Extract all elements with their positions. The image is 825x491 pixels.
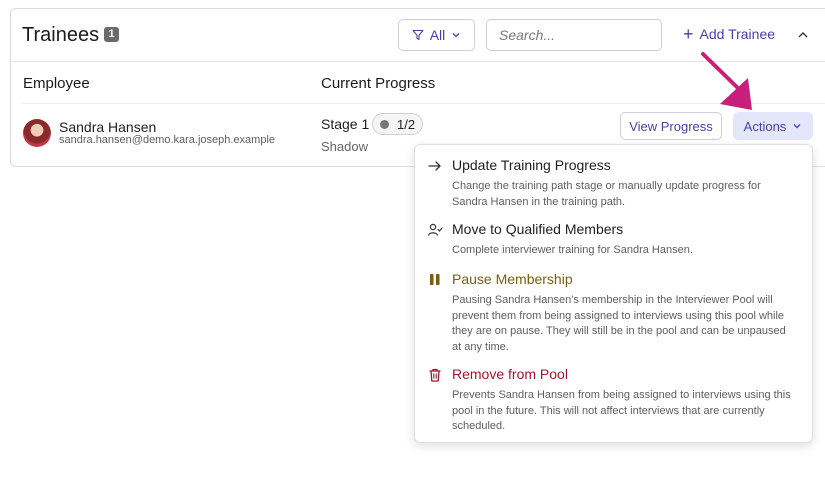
filter-icon — [412, 29, 424, 41]
filter-label: All — [429, 27, 446, 43]
chevron-up-icon[interactable] — [796, 28, 810, 42]
column-header-employee: Employee — [23, 75, 90, 92]
view-progress-button[interactable]: View Progress — [620, 112, 722, 140]
progress-dot-icon — [380, 119, 389, 129]
user-check-icon — [427, 223, 443, 236]
trash-icon — [429, 368, 441, 382]
menu-item-description: Pausing Sandra Hansen's membership in th… — [452, 294, 786, 353]
column-header-progress: Current Progress — [321, 75, 436, 92]
menu-item-description: Complete interviewer training for Sandra… — [452, 244, 693, 256]
add-trainee-button[interactable]: + Add Trainee — [683, 24, 776, 44]
sub-stage-label: Shadow — [321, 139, 368, 154]
filter-button[interactable]: All — [398, 19, 475, 51]
menu-item-label: Remove from Pool — [452, 366, 568, 382]
menu-item-description: Change the training path stage or manual… — [452, 180, 761, 208]
arrow-right-icon — [428, 161, 441, 171]
actions-dropdown-menu: Update Training Progress Change the trai… — [414, 144, 813, 443]
employee-name: Sandra Hansen — [59, 119, 157, 135]
menu-item-label: Move to Qualified Members — [452, 221, 624, 237]
chevron-down-icon — [452, 33, 460, 38]
search-input[interactable] — [486, 19, 662, 51]
pause-icon — [430, 274, 440, 285]
stage-progress-pill: 1/2 — [372, 113, 423, 135]
plus-icon: + — [683, 24, 694, 44]
stage-label: Stage 1 — [321, 116, 370, 132]
add-trainee-label: Add Trainee — [699, 26, 776, 42]
menu-item-label: Update Training Progress — [452, 157, 611, 173]
avatar — [23, 119, 51, 147]
chevron-down-icon — [793, 124, 801, 129]
menu-item-description: Prevents Sandra Hansen from being assign… — [452, 389, 791, 432]
actions-button[interactable]: Actions — [733, 112, 813, 140]
trainee-count-badge: 1 — [104, 27, 119, 42]
stage-progress-value: 1/2 — [397, 116, 416, 132]
annotation-arrow-icon — [701, 52, 752, 110]
page-title: Trainees — [22, 24, 100, 46]
menu-item-label: Pause Membership — [452, 271, 573, 287]
employee-email: sandra.hansen@demo.kara.joseph.example — [59, 134, 276, 146]
actions-label: Actions — [743, 118, 787, 134]
